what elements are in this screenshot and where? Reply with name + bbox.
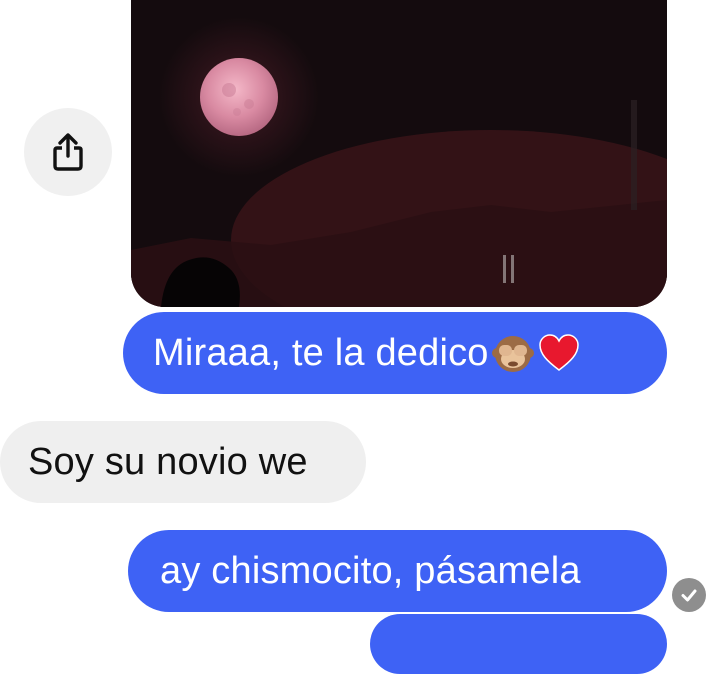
sent-message-bubble-partial[interactable] [370, 614, 667, 674]
share-icon [53, 133, 83, 171]
sent-message-bubble[interactable]: Miraaa, te la dedico [123, 312, 667, 394]
message-thread: Miraaa, te la dedico Soy su novio we ay … [0, 0, 720, 674]
received-message-bubble[interactable]: Soy su novio we [0, 421, 366, 503]
message-text: Soy su novio we [28, 440, 308, 483]
checkmark-circle-icon [672, 578, 706, 612]
pink-full-moon-night-photo [131, 0, 667, 307]
sent-message-bubble[interactable]: ay chismocito, pásamela [128, 530, 667, 612]
message-text: Miraaa, te la dedico [153, 331, 489, 374]
share-button[interactable] [24, 108, 112, 196]
red-heart-emoji [537, 331, 581, 375]
see-no-evil-monkey-emoji [491, 331, 535, 375]
photo-message[interactable] [131, 0, 667, 307]
message-text: ay chismocito, pásamela [160, 549, 581, 592]
